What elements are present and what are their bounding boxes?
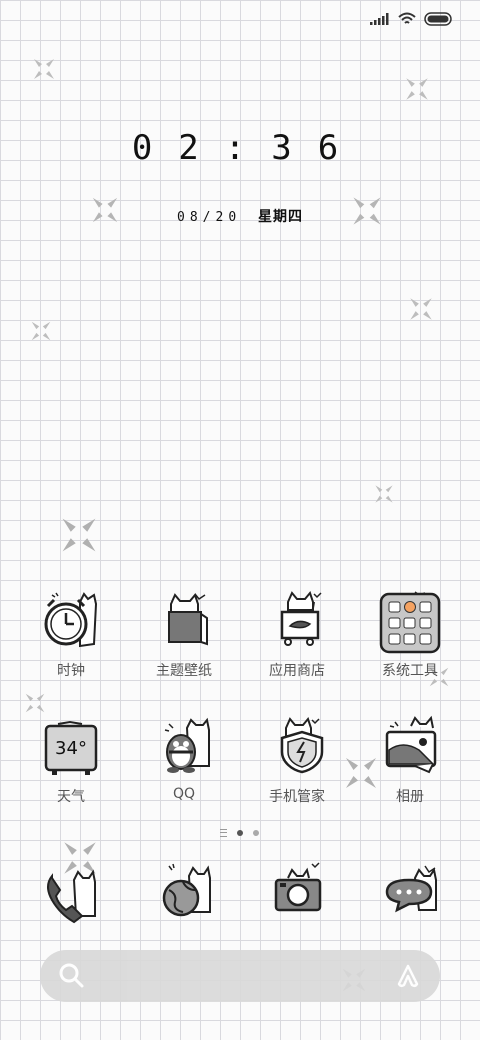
app-label: 天气 [57, 789, 85, 805]
page-dot[interactable] [253, 830, 259, 836]
phone-icon [47, 869, 96, 924]
app-label: 系统工具 [382, 663, 438, 679]
dock-messages[interactable] [355, 858, 465, 928]
anger-mark-icon [92, 197, 118, 223]
app-label: 手机管家 [269, 789, 325, 805]
app-gallery[interactable]: 相册 [355, 714, 465, 806]
lock-clock: 02:36 [131, 128, 365, 168]
security-icon [280, 716, 324, 774]
messages-icon [385, 865, 437, 913]
signal-icon [370, 13, 389, 25]
anger-mark-icon [375, 485, 393, 503]
gallery-icon [385, 715, 437, 774]
menu-indicator-icon[interactable] [220, 829, 227, 837]
app-weather[interactable]: 34° 天气 [16, 714, 126, 806]
page-dot-active[interactable] [237, 830, 243, 836]
app-theme[interactable]: 主题壁纸 [129, 588, 239, 680]
anger-mark-icon [34, 59, 54, 79]
dock-phone[interactable] [16, 858, 126, 928]
theme-icon [168, 592, 208, 646]
app-security[interactable]: 手机管家 [242, 714, 352, 806]
anger-mark-icon [62, 518, 96, 552]
assistant-icon[interactable] [394, 962, 422, 990]
anger-mark-icon [410, 298, 432, 320]
search-bar[interactable] [40, 950, 440, 1002]
system-tools-folder-icon [379, 591, 441, 654]
weekday-text: 星期四 [257, 209, 303, 225]
wifi-icon [398, 12, 416, 24]
browser-icon [162, 863, 211, 917]
app-store-icon [280, 590, 322, 646]
status-bar [0, 0, 480, 40]
page-indicator[interactable] [220, 829, 259, 837]
app-store[interactable]: 应用商店 [242, 588, 352, 680]
app-label: 相册 [396, 789, 424, 805]
search-icon[interactable] [58, 962, 86, 990]
anger-mark-icon [25, 693, 45, 713]
anger-mark-icon [406, 78, 428, 100]
dock-camera[interactable] [242, 858, 352, 928]
weather-temp: 34° [55, 738, 87, 759]
date-text: 08/20 [177, 210, 242, 225]
weather-icon: 34° [44, 720, 98, 775]
anger-mark-icon [31, 321, 51, 341]
app-label: 时钟 [57, 663, 85, 679]
battery-icon [424, 12, 452, 26]
app-qq[interactable]: QQ [129, 714, 239, 802]
clock-icon [44, 592, 98, 648]
camera-icon [274, 862, 322, 912]
app-clock[interactable]: 时钟 [16, 588, 126, 680]
anger-mark-icon [353, 197, 381, 225]
qq-icon [164, 717, 210, 773]
dock-browser[interactable] [129, 858, 239, 928]
app-label: 主题壁纸 [156, 663, 212, 679]
lock-date: 08/20 星期四 [0, 206, 480, 226]
app-label: QQ [172, 786, 196, 802]
app-label: 应用商店 [269, 663, 325, 679]
app-system-tools[interactable]: 系统工具 [355, 588, 465, 680]
